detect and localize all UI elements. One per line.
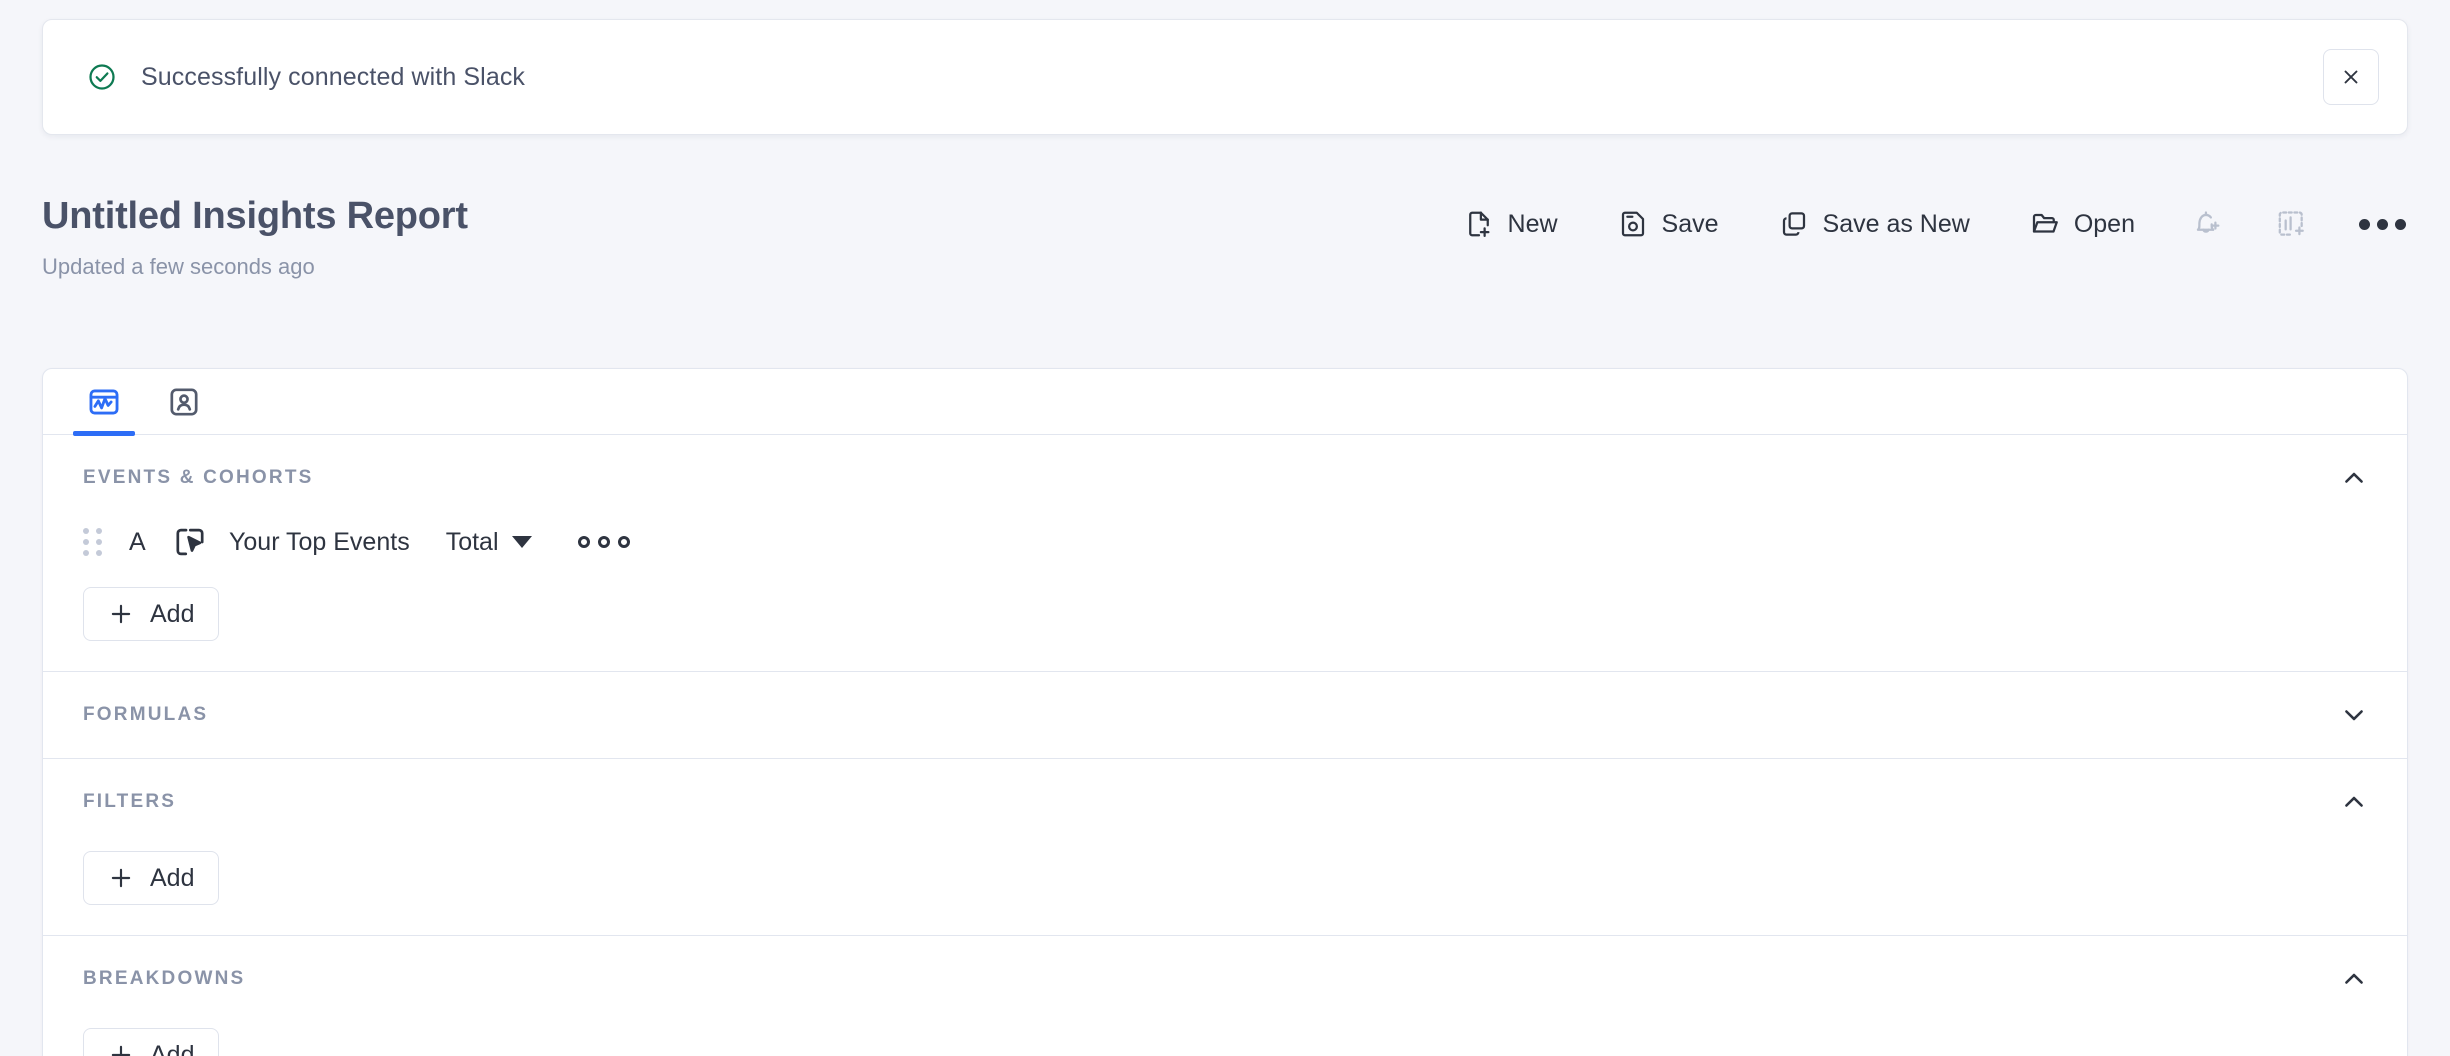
section-filters-toggle[interactable] (2337, 785, 2371, 819)
copy-icon (1779, 209, 1809, 239)
add-breakdown-label: Add (150, 1041, 194, 1056)
add-alert-button[interactable] (2181, 200, 2233, 248)
bell-plus-icon (2191, 208, 2223, 240)
add-filter-button[interactable]: Add (83, 851, 219, 905)
add-event-button[interactable]: Add (83, 587, 219, 641)
section-events-toggle[interactable] (2337, 461, 2371, 495)
close-icon (2340, 66, 2362, 88)
section-formulas-header: FORMULAS (43, 672, 2407, 758)
insights-report-page: Successfully connected with Slack Untitl… (0, 0, 2450, 1056)
insights-builder-card: EVENTS & COHORTS A Your Top Eve (42, 368, 2408, 1056)
section-filters-header: FILTERS (43, 759, 2407, 819)
more-horizontal-icon (2359, 219, 2406, 230)
folder-open-icon (2030, 209, 2060, 239)
save-button[interactable]: Save (1604, 200, 1733, 248)
plus-icon (108, 1042, 134, 1056)
report-toolbar: New Save Save as New Open (1450, 200, 2416, 248)
plus-icon (108, 601, 134, 627)
event-row: A Your Top Events Total (83, 515, 2367, 569)
section-events-header: EVENTS & COHORTS (43, 435, 2407, 495)
section-formulas: FORMULAS (43, 672, 2407, 759)
save-disk-icon (1618, 209, 1648, 239)
add-to-dashboard-button[interactable] (2265, 200, 2317, 248)
section-breakdowns-body: Add (43, 996, 2407, 1056)
analytics-chart-icon (87, 385, 121, 419)
event-letter: A (129, 528, 173, 557)
event-click-icon[interactable] (173, 525, 207, 559)
section-filters-title: FILTERS (83, 791, 176, 813)
file-plus-icon (1464, 209, 1494, 239)
plus-icon (108, 865, 134, 891)
user-square-icon (167, 385, 201, 419)
save-as-new-button-label: Save as New (1823, 210, 1970, 239)
save-button-label: Save (1662, 210, 1719, 239)
open-button-label: Open (2074, 210, 2135, 239)
chevron-down-icon (512, 536, 532, 548)
chevron-up-icon (2340, 965, 2368, 993)
section-events-title: EVENTS & COHORTS (83, 467, 314, 489)
section-events-body: A Your Top Events Total (43, 495, 2407, 671)
new-button-label: New (1508, 210, 1558, 239)
section-formulas-title: FORMULAS (83, 704, 208, 726)
new-button[interactable]: New (1450, 200, 1572, 248)
notification-message: Successfully connected with Slack (141, 63, 525, 92)
event-name[interactable]: Your Top Events (229, 528, 410, 557)
add-filter-label: Add (150, 864, 194, 893)
last-updated-text: Updated a few seconds ago (42, 254, 468, 280)
section-formulas-toggle[interactable] (2337, 698, 2371, 732)
page-title[interactable]: Untitled Insights Report (42, 196, 468, 238)
tab-chart[interactable] (81, 369, 127, 435)
chart-add-icon (2275, 208, 2307, 240)
chevron-up-icon (2340, 788, 2368, 816)
open-button[interactable]: Open (2016, 200, 2149, 248)
save-as-new-button[interactable]: Save as New (1765, 200, 1984, 248)
tab-users[interactable] (161, 369, 207, 435)
add-breakdown-button[interactable]: Add (83, 1028, 219, 1056)
chevron-up-icon (2340, 464, 2368, 492)
event-measure-value: Total (446, 528, 499, 557)
section-breakdowns-toggle[interactable] (2337, 962, 2371, 996)
report-header: Untitled Insights Report Updated a few s… (42, 196, 468, 280)
section-breakdowns: BREAKDOWNS Add (43, 936, 2407, 1056)
check-circle-icon (87, 62, 117, 92)
section-events-cohorts: EVENTS & COHORTS A Your Top Eve (43, 435, 2407, 672)
section-breakdowns-header: BREAKDOWNS (43, 936, 2407, 996)
builder-tabs (43, 369, 2407, 435)
section-filters: FILTERS Add (43, 759, 2407, 936)
section-breakdowns-title: BREAKDOWNS (83, 968, 245, 990)
section-filters-body: Add (43, 819, 2407, 935)
success-notification-banner: Successfully connected with Slack (42, 19, 2408, 135)
more-options-button[interactable] (2349, 200, 2416, 248)
close-notification-button[interactable] (2323, 49, 2379, 105)
event-measure-dropdown[interactable]: Total (446, 528, 532, 557)
drag-handle-icon[interactable] (83, 527, 109, 557)
event-row-more-button[interactable] (574, 528, 634, 556)
chevron-down-icon (2340, 701, 2368, 729)
add-event-label: Add (150, 600, 194, 629)
